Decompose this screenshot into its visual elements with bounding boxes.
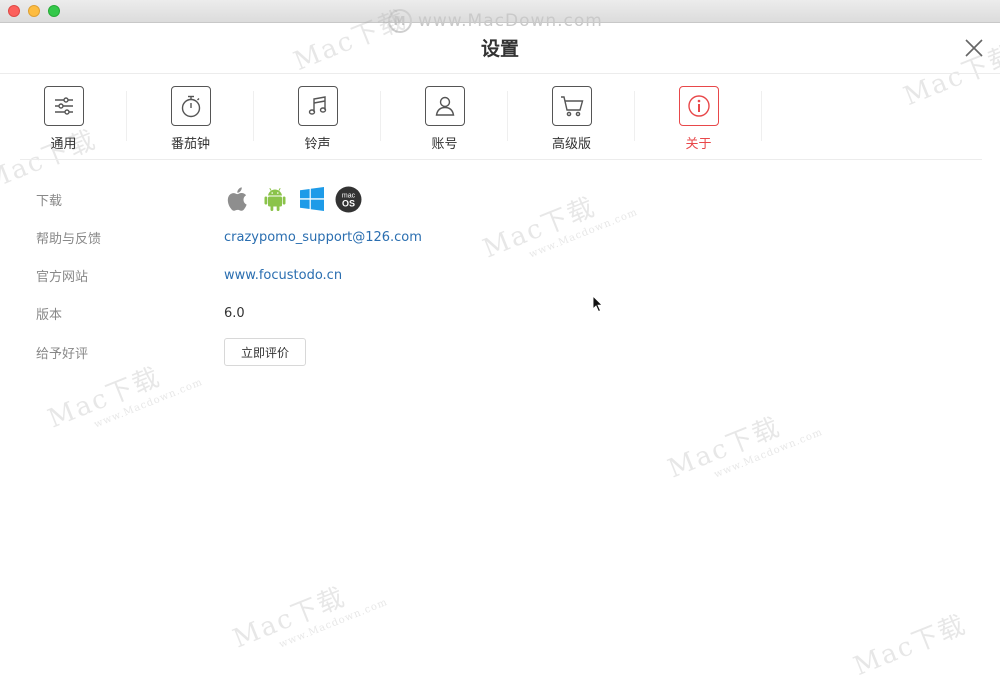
macos-text-bottom: OS [342,198,355,208]
macos-icon[interactable]: mac OS [335,186,362,213]
info-icon [687,95,710,117]
rate-now-button[interactable]: 立即评价 [224,338,307,366]
website-label: 官方网站 [36,269,89,285]
tab-pomodoro[interactable]: 番茄钟 [127,86,254,156]
window-minimize-button[interactable] [28,5,40,17]
music-note-icon [308,96,326,115]
divider [0,73,1000,74]
sliders-icon [54,97,73,115]
watermark-text: www.MacDown.com [418,11,603,31]
tab-label: 通用 [50,137,77,152]
feedback-label: 帮助与反馈 [36,231,102,247]
version-row: 版本 6.0 [36,301,245,325]
watermark: Mac下载 [849,609,971,682]
tab-account[interactable]: 账号 [381,86,508,156]
support-email-link[interactable]: crazypomo_support@126.com [224,230,422,245]
tab-label: 高级版 [551,137,591,152]
tab-label: 番茄钟 [170,137,210,152]
settings-tabs: 通用 番茄钟 铃声 账号 高级版 关于 [0,86,1000,160]
tab-premium[interactable]: 高级版 [508,86,635,156]
tab-label: 关于 [685,137,712,152]
divider [761,91,762,141]
rate-label: 给予好评 [36,346,89,362]
watermark: Mac下载 www.Macdown.com [663,412,825,485]
close-icon[interactable] [962,36,986,60]
tab-label: 账号 [431,137,458,152]
user-icon [435,96,454,116]
website-row: 官方网站 www.focustodo.cn [36,263,342,287]
stopwatch-icon [181,95,200,118]
tab-label: 铃声 [304,137,331,152]
version-label: 版本 [36,307,63,323]
watermark: Mac下载 www.Macdown.com [228,582,390,655]
cart-icon [560,96,583,117]
download-row: 下载 mac OS [36,186,362,213]
platform-links: mac OS [224,186,362,213]
mouse-cursor-icon [592,295,604,313]
android-icon[interactable] [261,186,288,213]
windows-icon[interactable] [298,186,325,213]
rate-row: 给予好评 立即评价 [36,337,307,367]
tab-about[interactable]: 关于 [635,86,762,156]
page-title: 设置 [480,38,519,60]
feedback-row: 帮助与反馈 crazypomo_support@126.com [36,225,422,249]
tab-general[interactable]: 通用 [0,86,127,156]
window-close-button[interactable] [8,5,20,17]
apple-icon[interactable] [224,186,251,213]
tab-ringtone[interactable]: 铃声 [254,86,381,156]
website-link[interactable]: www.focustodo.cn [224,268,342,283]
version-value: 6.0 [224,305,245,321]
download-label: 下载 [36,193,63,209]
divider [20,159,982,160]
watermark-banner: M www.MacDown.com [388,8,603,34]
window-maximize-button[interactable] [48,5,60,17]
watermark: Mac下载 www.Macdown.com [478,192,640,265]
watermark-logo: M [388,9,412,33]
